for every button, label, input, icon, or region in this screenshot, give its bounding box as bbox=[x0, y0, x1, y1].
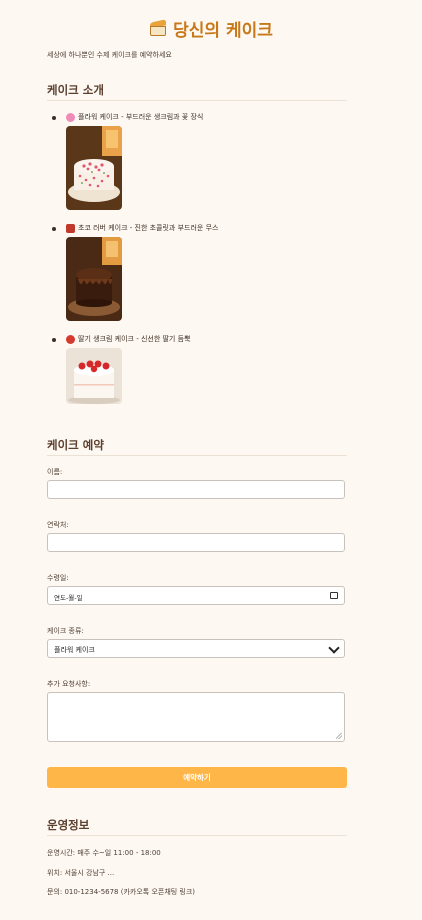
chocolate-cake-image bbox=[66, 237, 122, 321]
page-title: 당신의 케이크 bbox=[173, 20, 273, 41]
cake-description: 딸기 생크림 케이크 - 신선한 딸기 듬뿍 bbox=[78, 335, 191, 343]
intro-heading: 케이크 소개 bbox=[47, 83, 104, 97]
location-text: 위치: 서울시 강남구 ... bbox=[47, 869, 115, 877]
calendar-icon[interactable] bbox=[330, 592, 338, 599]
info-heading: 운영정보 bbox=[47, 818, 90, 832]
strawberry-icon bbox=[66, 334, 75, 344]
resize-handle-icon[interactable] bbox=[336, 733, 342, 739]
chocolate-bar-icon bbox=[66, 223, 75, 233]
name-input[interactable] bbox=[47, 480, 345, 499]
flower-cake-image bbox=[66, 126, 122, 210]
phone-label: 연락처: bbox=[47, 521, 69, 529]
cake-type-selected: 플라워 케이크 bbox=[54, 646, 95, 654]
divider bbox=[47, 100, 347, 101]
page-subtitle: 세상에 하나뿐인 수제 케이크를 예약하세요 bbox=[47, 51, 172, 59]
cake-type-label: 케이크 종류: bbox=[47, 627, 84, 635]
page-header: 당신의 케이크 bbox=[0, 0, 422, 56]
hours-text: 운영시간: 매주 수~일 11:00 - 18:00 bbox=[47, 849, 161, 857]
chevron-down-icon bbox=[328, 642, 340, 654]
submit-button[interactable]: 예약하기 bbox=[47, 767, 347, 788]
bullet bbox=[52, 116, 56, 120]
bullet bbox=[52, 227, 56, 231]
contact-text: 문의: 010-1234-5678 (카카오톡 오픈채팅 링크) bbox=[47, 888, 196, 896]
reserve-heading: 케이크 예약 bbox=[47, 438, 104, 452]
request-label: 추가 요청사항: bbox=[47, 680, 91, 688]
request-textarea[interactable] bbox=[47, 692, 345, 742]
cake-description: 초코 러버 케이크 - 진한 초콜릿과 부드러운 무스 bbox=[78, 224, 219, 232]
date-input[interactable]: 연도-월-일 bbox=[47, 586, 345, 605]
date-label: 수령일: bbox=[47, 574, 69, 582]
cake-slice-icon bbox=[149, 19, 167, 37]
strawberry-cake-image bbox=[66, 348, 122, 404]
cake-type-select[interactable]: 플라워 케이크 bbox=[47, 639, 345, 658]
date-placeholder: 연도-월-일 bbox=[54, 594, 83, 602]
divider bbox=[47, 455, 347, 456]
bullet bbox=[52, 338, 56, 342]
name-label: 이름: bbox=[47, 468, 63, 476]
flower-icon bbox=[66, 112, 75, 122]
phone-input[interactable] bbox=[47, 533, 345, 552]
divider bbox=[47, 835, 347, 836]
cake-description: 플라워 케이크 - 부드러운 생크림과 꽃 장식 bbox=[78, 113, 204, 121]
